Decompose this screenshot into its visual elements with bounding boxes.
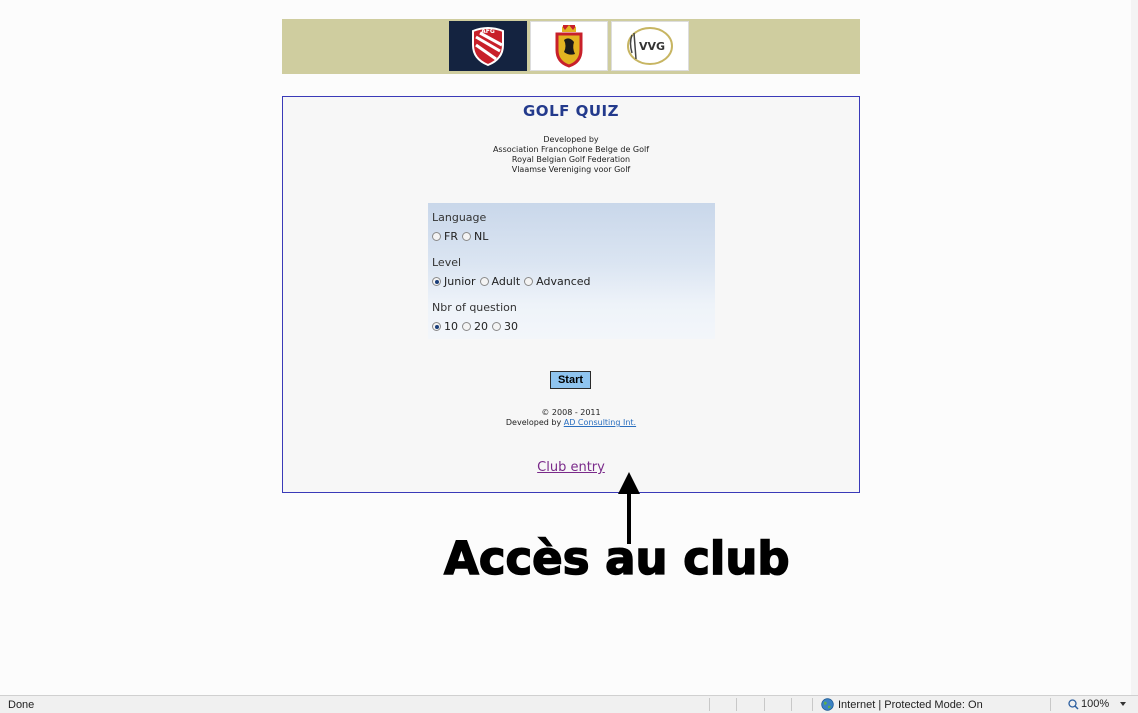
level-option-junior[interactable]: Junior: [432, 275, 476, 288]
radio-10[interactable]: [432, 322, 441, 331]
credits-line: Vlaamse Vereniging voor Golf: [511, 165, 631, 174]
radio-junior[interactable]: [432, 277, 441, 286]
svg-text:VVG: VVG: [639, 40, 665, 53]
window-edge: [1131, 0, 1138, 695]
annotation-label: Accès au club: [443, 531, 790, 586]
status-text: Done: [8, 699, 35, 711]
developer-line: Developed by AD Consulting Int.: [283, 418, 859, 428]
status-divider: [709, 698, 710, 711]
svg-text:AFG: AFG: [481, 28, 495, 35]
level-radio-group: Junior Adult Advanced: [432, 275, 595, 288]
language-radio-group: FR NL: [432, 230, 492, 243]
level-label: Level: [432, 256, 462, 269]
start-button[interactable]: Start: [550, 371, 591, 389]
language-label: Language: [432, 211, 487, 224]
radio-adult[interactable]: [479, 277, 489, 286]
zoom-level: 100%: [1081, 698, 1110, 710]
security-zone[interactable]: Internet | Protected Mode: On: [821, 698, 983, 711]
club-entry-link[interactable]: Club entry: [537, 460, 605, 475]
credits-line: Royal Belgian Golf Federation: [511, 155, 631, 164]
page-title: GOLF QUIZ: [523, 102, 619, 120]
radio-30[interactable]: [492, 322, 501, 331]
credits-block: Developed by Association Francophone Bel…: [283, 135, 859, 175]
afg-shield-icon: AFG: [472, 27, 504, 67]
language-option-nl[interactable]: NL: [461, 230, 488, 243]
status-divider: [1050, 698, 1051, 711]
developed-by-text: Developed by: [505, 418, 562, 427]
language-option-fr[interactable]: FR: [432, 230, 458, 243]
header-logo-bar: AFG VVG: [282, 19, 860, 74]
quiz-options-box: Language FR NL Level Junior Adult Advanc…: [428, 203, 715, 339]
club-entry-row: Club entry: [283, 460, 859, 475]
golf-quiz-panel: GOLF QUIZ Developed by Association Franc…: [282, 96, 860, 493]
status-divider: [736, 698, 737, 711]
questions-label: Nbr of question: [432, 301, 517, 314]
credits-line: Association Francophone Belge de Golf: [492, 145, 650, 154]
questions-radio-group: 10 20 30: [432, 320, 522, 333]
afg-logo: AFG: [449, 21, 527, 71]
globe-icon: [821, 698, 834, 711]
copyright-block: © 2008 - 2011 Developed by AD Consulting…: [283, 408, 859, 428]
level-option-advanced[interactable]: Advanced: [524, 275, 591, 288]
radio-fr[interactable]: [432, 232, 441, 241]
radio-20[interactable]: [462, 322, 471, 331]
level-option-adult[interactable]: Adult: [479, 275, 520, 288]
zoom-control[interactable]: 100%: [1068, 698, 1128, 710]
developer-link[interactable]: AD Consulting Int.: [564, 418, 636, 427]
vvg-logo: VVG: [611, 21, 689, 71]
credits-line: Developed by: [543, 135, 599, 144]
questions-option-20[interactable]: 20: [462, 320, 488, 333]
security-zone-text: Internet | Protected Mode: On: [838, 698, 983, 711]
rbgf-crest-icon: [555, 25, 583, 68]
vvg-emblem-icon: VVG: [627, 27, 673, 65]
questions-option-10[interactable]: 10: [432, 320, 458, 333]
zoom-icon: [1068, 698, 1079, 710]
chevron-down-icon[interactable]: [1118, 700, 1128, 708]
status-divider: [791, 698, 792, 711]
status-divider: [812, 698, 813, 711]
radio-nl[interactable]: [461, 232, 471, 241]
radio-advanced[interactable]: [524, 277, 534, 286]
questions-option-30[interactable]: 30: [492, 320, 518, 333]
status-bar: Done Internet | Protected Mode: On 100%: [0, 695, 1138, 713]
rbgf-logo: [530, 21, 608, 71]
copyright-text: © 2008 - 2011: [541, 408, 601, 417]
status-divider: [764, 698, 765, 711]
